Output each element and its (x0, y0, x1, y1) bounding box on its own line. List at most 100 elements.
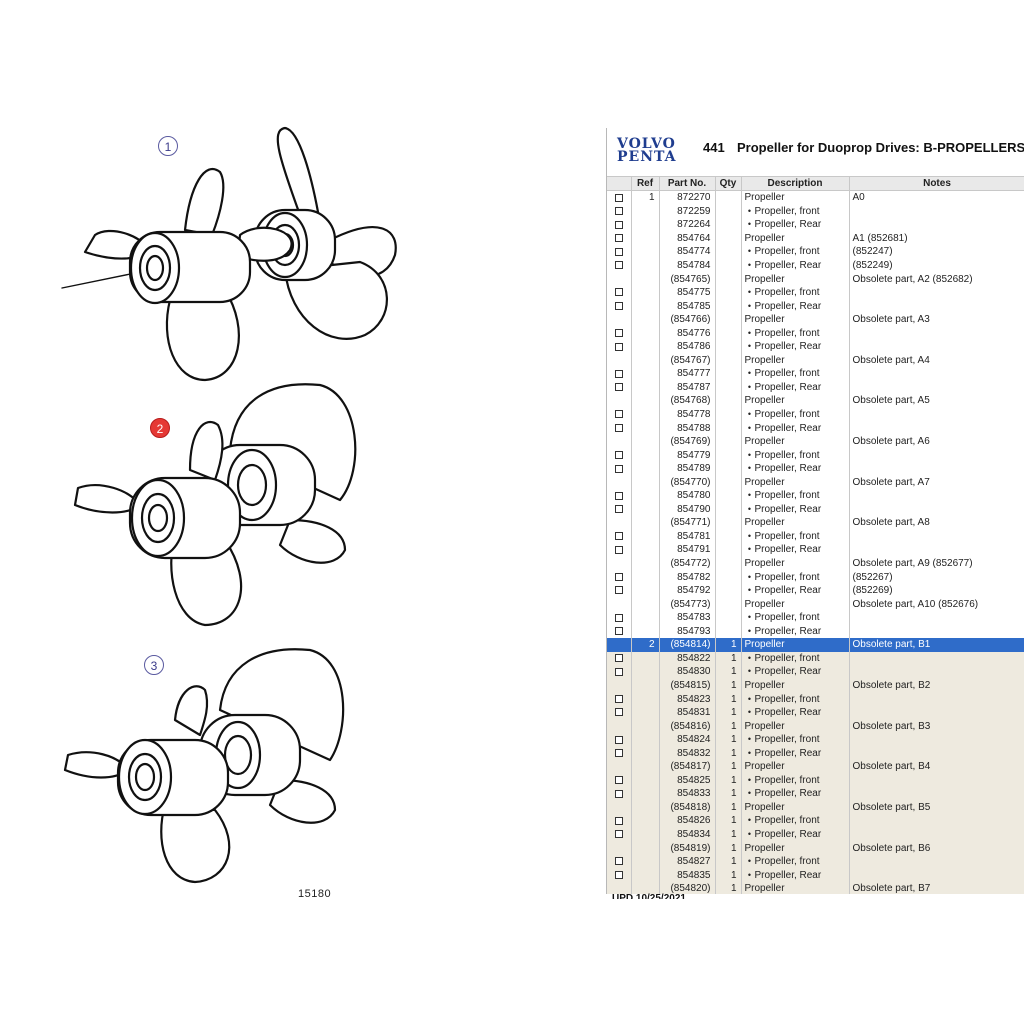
checkbox[interactable] (614, 708, 623, 717)
row-checkbox-cell[interactable] (607, 814, 632, 828)
table-row[interactable]: 854774 • Propeller, front (852247) (607, 245, 1024, 259)
row-checkbox-cell[interactable] (607, 610, 632, 625)
callout-3[interactable]: 3 (144, 655, 164, 675)
row-checkbox-cell[interactable] (607, 854, 632, 869)
row-checkbox-cell[interactable] (607, 583, 632, 598)
row-checkbox-cell[interactable] (607, 421, 632, 435)
table-row[interactable]: 854830 1 • Propeller, Rear (607, 665, 1024, 679)
row-checkbox-cell[interactable] (607, 407, 632, 422)
table-row[interactable]: (854765) Propeller Obsolete part, A2 (8526… (607, 272, 1024, 286)
table-row[interactable]: 1 872270 Propeller A0 (607, 190, 1024, 205)
table-row[interactable]: (854770) Propeller Obsolete part, A7 (607, 475, 1024, 490)
checkbox[interactable] (614, 302, 623, 310)
row-checkbox-cell[interactable] (607, 461, 632, 476)
row-checkbox-cell[interactable] (607, 245, 632, 259)
row-checkbox-cell[interactable] (607, 651, 632, 666)
table-row[interactable]: (854772) Propeller Obsolete part, A9 (8526… (607, 556, 1024, 571)
table-row[interactable]: 854775 • Propeller, front (607, 285, 1024, 300)
table-row[interactable]: (854769) Propeller Obsolete part, A6 (607, 434, 1024, 449)
table-row[interactable]: (854815) 1 Propeller Obsolete part, B2 (607, 678, 1024, 693)
row-checkbox-cell[interactable] (607, 868, 632, 882)
row-checkbox-cell[interactable] (607, 367, 632, 381)
table-row[interactable]: 854782 • Propeller, front (852267) (607, 570, 1024, 584)
row-checkbox-cell[interactable] (607, 353, 632, 368)
checkbox[interactable] (614, 776, 623, 785)
table-row[interactable]: 854835 1 • Propeller, Rear (607, 868, 1024, 882)
row-checkbox-cell[interactable] (607, 543, 632, 557)
checkbox[interactable] (614, 383, 623, 392)
checkbox[interactable] (614, 505, 623, 514)
table-row[interactable]: 854764 Propeller A1 (852681) (607, 231, 1024, 246)
table-row[interactable]: 854778 • Propeller, front (607, 407, 1024, 422)
table-row[interactable]: 854832 1 • Propeller, Rear (607, 746, 1024, 760)
table-row[interactable]: 854793 • Propeller, Rear (607, 624, 1024, 639)
row-checkbox-cell[interactable] (607, 692, 632, 706)
checkbox[interactable] (614, 369, 623, 378)
table-row[interactable]: (854766) Propeller Obsolete part, A3 (607, 312, 1024, 327)
row-checkbox-cell[interactable] (607, 827, 632, 842)
checkbox[interactable] (614, 613, 623, 622)
table-row[interactable]: 854784 • Propeller, Rear (852249) (607, 258, 1024, 273)
row-checkbox-cell[interactable] (607, 190, 632, 205)
checkbox[interactable] (614, 464, 623, 473)
table-row[interactable]: 854779 • Propeller, front (607, 448, 1024, 462)
row-checkbox-cell[interactable] (607, 258, 632, 273)
table-row[interactable]: 854777 • Propeller, front (607, 367, 1024, 381)
table-row[interactable]: (854816) 1 Propeller Obsolete part, B3 (607, 719, 1024, 733)
row-checkbox-cell[interactable] (607, 489, 632, 503)
checkbox[interactable] (614, 423, 623, 432)
checkbox[interactable] (614, 342, 623, 351)
callout-2[interactable]: 2 (150, 418, 170, 438)
table-row[interactable]: (854817) 1 Propeller Obsolete part, B4 (607, 759, 1024, 774)
checkbox[interactable] (614, 247, 623, 256)
checkbox[interactable] (614, 870, 623, 879)
checkbox[interactable] (614, 857, 623, 866)
row-checkbox-cell[interactable] (607, 204, 632, 219)
checkbox[interactable] (614, 491, 623, 500)
table-row[interactable]: 854785 • Propeller, Rear (607, 299, 1024, 313)
column-header-checkbox[interactable] (607, 176, 632, 191)
table-row[interactable]: 854780 • Propeller, front (607, 489, 1024, 503)
row-checkbox-cell[interactable] (607, 394, 632, 408)
checkbox[interactable] (614, 220, 623, 229)
checkbox[interactable] (614, 234, 623, 243)
row-checkbox-cell[interactable] (607, 285, 632, 300)
row-checkbox-cell[interactable] (607, 665, 632, 679)
row-checkbox-cell[interactable] (607, 570, 632, 584)
checkbox[interactable] (614, 261, 623, 270)
row-checkbox-cell[interactable] (607, 516, 632, 530)
column-header-part-no[interactable]: Part No. (659, 176, 716, 191)
table-row[interactable]: 854781 • Propeller, front (607, 529, 1024, 544)
row-checkbox-cell[interactable] (607, 638, 632, 652)
checkbox[interactable] (614, 694, 623, 703)
row-checkbox-cell[interactable] (607, 529, 632, 544)
row-checkbox-cell[interactable] (607, 448, 632, 462)
column-header-ref[interactable]: Ref (631, 176, 660, 191)
row-checkbox-cell[interactable] (607, 326, 632, 341)
table-row[interactable]: 854823 1 • Propeller, front (607, 692, 1024, 706)
checkbox[interactable] (614, 667, 623, 676)
checkbox[interactable] (614, 193, 623, 202)
row-checkbox-cell[interactable] (607, 624, 632, 639)
row-checkbox-cell[interactable] (607, 773, 632, 788)
checkbox[interactable] (614, 627, 623, 636)
table-row[interactable]: 854827 1 • Propeller, front (607, 854, 1024, 869)
table-row[interactable]: (854771) Propeller Obsolete part, A8 (607, 516, 1024, 530)
table-row[interactable]: 854824 1 • Propeller, front (607, 732, 1024, 747)
row-checkbox-cell[interactable] (607, 800, 632, 815)
row-checkbox-cell[interactable] (607, 787, 632, 801)
row-checkbox-cell[interactable] (607, 719, 632, 733)
row-checkbox-cell[interactable] (607, 272, 632, 286)
table-row[interactable]: 872259 • Propeller, front (607, 204, 1024, 219)
checkbox[interactable] (614, 572, 623, 581)
checkbox[interactable] (614, 830, 623, 839)
row-checkbox-cell[interactable] (607, 218, 632, 232)
row-checkbox-cell[interactable] (607, 556, 632, 571)
table-row[interactable]: (854768) Propeller Obsolete part, A5 (607, 394, 1024, 408)
row-checkbox-cell[interactable] (607, 502, 632, 517)
checkbox[interactable] (614, 329, 623, 338)
table-row[interactable]: 2 (854814) 1 Propeller Obsolete part, B1 (607, 638, 1024, 652)
checkbox[interactable] (614, 410, 623, 419)
row-checkbox-cell[interactable] (607, 434, 632, 449)
table-row[interactable]: 854792 • Propeller, Rear (852269) (607, 583, 1024, 598)
